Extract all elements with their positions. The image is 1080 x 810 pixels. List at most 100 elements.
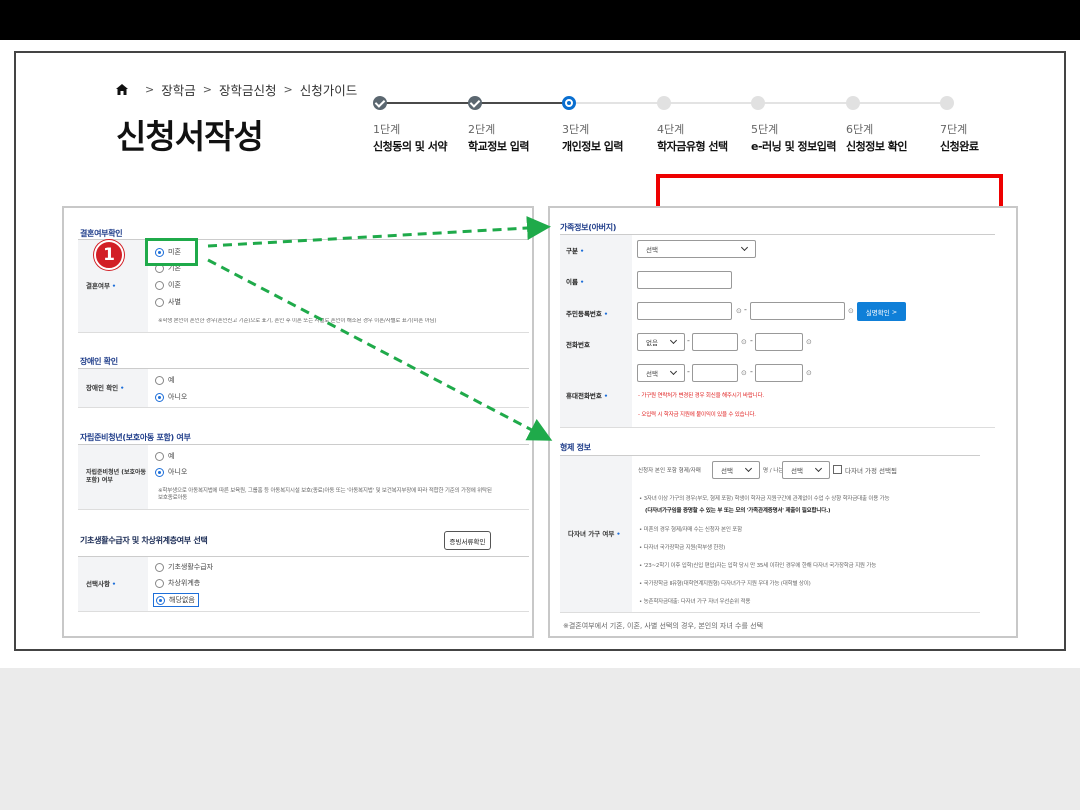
step-1: 1단계신청동의 및 서약 [373,96,483,154]
radio-icon [155,280,164,290]
step-name: 신청완료 [940,140,979,153]
chevron-down-icon [814,464,823,473]
basic-row: 선택사항 • [78,556,529,612]
mobile-mid-input[interactable] [692,364,738,382]
sibling-bullet: • 농촌학자금대출: 다자녀 가구 자녀 우선순위 적용 [639,599,751,605]
name-label: 이름 • [566,278,585,286]
lock-icon: ⊙ [741,369,747,377]
marriage-note: ※학생 본인이 혼인한 경우(혼인신고 기준)으로 표기, 혼인 후 이혼 또는… [158,318,437,324]
step-pending-icon [657,96,671,110]
sibling-bullet: • 다자녀 국가장학금 지원(학부생 한정) [639,545,726,551]
rrn-back-input[interactable] [750,302,845,320]
row-label: 다자녀 가구 여부 • [560,456,632,612]
step-done-icon [373,96,387,110]
radio-widowed[interactable]: 사별 [155,297,181,307]
multi-child-checkbox-label: 다자녀 가정 선택됨 [845,467,897,475]
step-7: 7단계신청완료 [940,96,1050,154]
sibling-table: 다자녀 가구 여부 • [560,455,980,613]
verify-name-button[interactable]: 실명확인 > [857,302,906,321]
multi-child-checkbox[interactable] [833,465,842,474]
phone-last-input[interactable] [755,333,803,351]
radio-icon [155,451,164,461]
dash: - [744,305,747,314]
radio-icon [155,375,164,385]
sibling-order-select[interactable]: 선택 [782,461,830,479]
radio-near-poverty[interactable]: 차상위계층 [155,578,200,588]
radio-disability-no[interactable]: 아니오 [155,392,187,402]
section-title-basic: 기초생활수급자 및 차상위계층여부 선택 [80,536,208,545]
breadcrumb-item[interactable]: 신청가이드 [300,80,358,99]
rrn-front-input[interactable] [637,302,732,320]
dash: - [750,367,753,376]
type-select[interactable]: 선택 [637,240,756,258]
step-name: 개인정보 입력 [562,140,624,153]
section-title-family: 가족정보(아버지) [560,223,617,232]
phone-prefix-select[interactable]: 없음 [637,333,685,351]
sibling-bullet: • 국가장학금 Ⅱ유형(대학연계지원형) 다자녀가구 지원 우대 가능 (대학별… [639,581,811,587]
radio-checked-icon [155,392,164,402]
mobile-note-error: - 오입력 시 학자금 지원에 불이익이 있을 수 있습니다. [638,412,756,418]
mobile-prefix-select[interactable]: 선택 [637,364,685,382]
radio-divorced[interactable]: 이혼 [155,280,181,290]
chevron-right-icon: > [145,83,155,96]
radio-youth-yes[interactable]: 예 [155,451,174,461]
sibling-bullet: • 3자녀 이상 가구의 경우(부모, 형제 포함) 학생이 학자금 지원구간에… [639,496,890,502]
radio-checked-icon [155,467,164,477]
radio-none[interactable]: 해당없음 [153,593,199,607]
step-5: 5단계 e-러닝 및 정보입력 [751,96,861,154]
sibling-count-select[interactable]: 선택 [712,461,760,479]
section-title-disability: 장애인 확인 [80,357,118,366]
page-title: 신청서작성 [116,117,264,156]
breadcrumb: > 장학금 > 장학금신청 > 신청가이드 [116,80,357,99]
radio-disability-yes[interactable]: 예 [155,375,174,385]
chevron-down-icon [669,336,678,345]
step-done-icon [468,96,482,110]
dash: - [687,336,690,345]
step-pending-icon [751,96,765,110]
step-name: 신청동의 및 서약 [373,140,448,153]
green-highlight-box [145,238,198,266]
sibling-count-text: 신청자 본인 포함 형제/자매 [638,468,701,474]
radio-basic-recipient[interactable]: 기초생활수급자 [155,562,213,572]
chevron-right-icon: > [283,83,293,96]
document-check-button[interactable]: 증빙서류확인 [444,531,491,550]
disability-row: 장애인 확인 • [78,368,529,408]
lock-icon: ⊙ [848,307,854,315]
lock-icon: ⊙ [806,338,812,346]
step-number: 7단계 [940,123,968,136]
radio-icon [155,297,164,307]
name-input[interactable] [637,271,732,289]
radio-checked-icon [156,595,165,605]
row-label: 선택사항 • [78,557,148,611]
step-number: 1단계 [373,123,401,136]
section-title-youth: 자립준비청년(보호아동 포함) 여부 [80,433,191,442]
chevron-right-icon: > [202,83,212,96]
breadcrumb-item[interactable]: 장학금신청 [219,80,277,99]
step-number: 5단계 [751,123,779,136]
radio-youth-no[interactable]: 아니오 [155,467,187,477]
home-icon[interactable] [116,84,128,95]
step-pending-icon [940,96,954,110]
type-label: 구분 • [566,247,585,255]
footnote: ※결혼여부에서 기혼, 이혼, 사별 선택의 경우, 본인의 자녀 수를 선택 [563,622,764,630]
step-marker-badge: 1 [94,240,124,270]
mobile-label: 휴대전화번호 • [566,392,609,400]
sibling-order-text: 명 / 나는 [763,468,784,474]
lock-icon: ⊙ [736,307,742,315]
section-title-sibling: 형제 정보 [560,443,591,452]
chevron-down-icon [740,243,749,252]
chevron-down-icon [744,464,753,473]
dash: - [750,336,753,345]
phone-mid-input[interactable] [692,333,738,351]
lock-icon: ⊙ [741,338,747,346]
radio-icon [155,578,164,588]
dash: - [687,367,690,376]
mobile-note-change: - 가구원 연락처가 변경된 경우 회신을 해주시기 바랍니다. [638,393,764,399]
mobile-last-input[interactable] [755,364,803,382]
row-label: 장애인 확인 • [78,369,148,407]
sibling-bullet-emphasis: (다자녀가구임을 증명할 수 있는 부 또는 모의 '가족관계증명서' 제출이 … [645,508,831,514]
family-table [560,234,995,428]
step-3: 3단계 개인정보 입력 [562,96,672,154]
breadcrumb-item[interactable]: 장학금 [161,80,196,99]
youth-note: ※학부생으로 아동복지법에 따른 보육원, 그룹홈 등 아동복지시설 보호(종료… [158,488,492,502]
